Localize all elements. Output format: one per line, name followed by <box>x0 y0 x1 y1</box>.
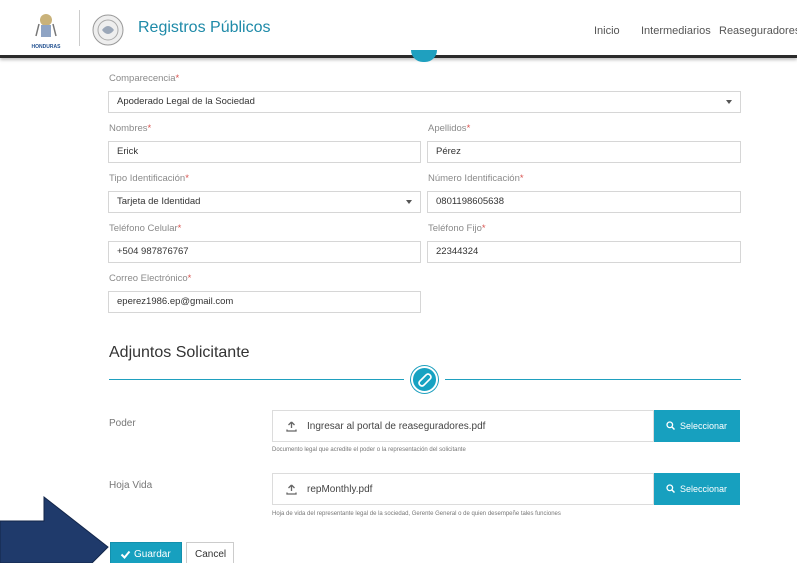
save-button[interactable]: Guardar <box>110 542 182 563</box>
hoja-vida-select-button[interactable]: Seleccionar <box>654 473 740 505</box>
upload-icon <box>286 484 297 495</box>
poder-file-name: Ingresar al portal de reaseguradores.pdf <box>307 421 486 432</box>
save-button-label: Guardar <box>134 549 171 560</box>
cancel-button-label: Cancel <box>195 549 227 560</box>
poder-label: Poder <box>109 418 136 429</box>
numero-identificacion-label: Número Identificación* <box>428 173 524 184</box>
attachments-section-title: Adjuntos Solicitante <box>109 344 250 361</box>
header-section-marker <box>411 50 437 62</box>
telefono-fijo-field[interactable]: 22344324 <box>427 241 741 263</box>
poder-file-field[interactable]: Ingresar al portal de reaseguradores.pdf <box>272 410 654 442</box>
institution-seal-logo[interactable] <box>92 14 124 46</box>
search-icon <box>666 421 675 430</box>
nombres-label: Nombres* <box>109 123 152 134</box>
hoja-vida-select-label: Seleccionar <box>680 484 728 494</box>
check-icon <box>120 550 131 559</box>
honduras-coat-of-arms-logo[interactable]: HONDURAS <box>30 8 62 52</box>
svg-text:HONDURAS: HONDURAS <box>32 44 62 50</box>
comparecencia-select[interactable]: Apoderado Legal de la Sociedad <box>108 91 741 113</box>
paperclip-icon <box>418 373 432 387</box>
correo-label: Correo Electrónico* <box>109 273 192 284</box>
poder-help-text: Documento legal que acredite el poder o … <box>272 447 466 453</box>
section-divider-left <box>109 379 404 380</box>
tipo-identificacion-select[interactable]: Tarjeta de Identidad <box>108 191 421 213</box>
hoja-vida-label: Hoja Vida <box>109 480 153 491</box>
correo-field[interactable]: eperez1986.ep@gmail.com <box>108 291 421 313</box>
apellidos-field[interactable]: Pérez <box>427 141 741 163</box>
apellidos-label: Apellidos* <box>428 123 471 134</box>
numero-identificacion-field[interactable]: 0801198605638 <box>427 191 741 213</box>
paperclip-icon-badge <box>411 366 438 393</box>
hoja-vida-file-name: repMonthly.pdf <box>307 484 373 495</box>
section-divider-right <box>445 379 741 380</box>
nav-reaseguradores[interactable]: Reaseguradores <box>719 25 797 37</box>
nav-intermediarios[interactable]: Intermediarios <box>641 25 711 37</box>
telefono-fijo-label: Teléfono Fijo* <box>428 223 486 234</box>
telefono-celular-field[interactable]: +504 987876767 <box>108 241 421 263</box>
poder-select-label: Seleccionar <box>680 421 728 431</box>
nombres-field[interactable]: Erick <box>108 141 421 163</box>
top-header: HONDURAS Registros Públicos Inicio Inter… <box>0 0 797 58</box>
nav-inicio[interactable]: Inicio <box>594 25 620 37</box>
comparecencia-label: Comparecencia* <box>109 73 180 84</box>
cancel-button[interactable]: Cancel <box>186 542 234 563</box>
brand-title[interactable]: Registros Públicos <box>138 19 271 37</box>
hoja-vida-help-text: Hoja de vida del representante legal de … <box>272 511 561 517</box>
annotation-arrow-icon <box>0 495 109 563</box>
hoja-vida-file-field[interactable]: repMonthly.pdf <box>272 473 654 505</box>
logo-separator <box>79 10 80 46</box>
chevron-down-icon <box>726 100 732 104</box>
search-icon <box>666 484 675 493</box>
upload-icon <box>286 421 297 432</box>
telefono-celular-label: Teléfono Celular* <box>109 223 182 234</box>
comparecencia-value: Apoderado Legal de la Sociedad <box>117 96 255 107</box>
poder-select-button[interactable]: Seleccionar <box>654 410 740 442</box>
tipo-identificacion-label: Tipo Identificación* <box>109 173 189 184</box>
chevron-down-icon <box>406 200 412 204</box>
